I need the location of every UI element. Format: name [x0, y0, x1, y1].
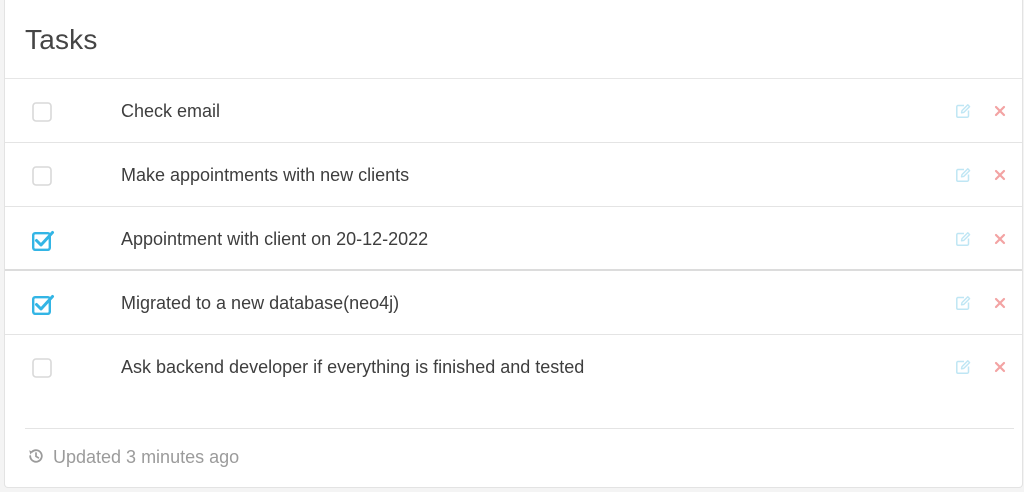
edit-icon[interactable] [955, 359, 971, 375]
task-label: Check email [121, 101, 221, 121]
edit-icon[interactable] [955, 295, 971, 311]
card-header: Tasks [5, 0, 1022, 79]
history-icon [27, 447, 45, 465]
edit-icon[interactable] [955, 231, 971, 247]
task-row: Make appointments with new clients [5, 143, 1022, 207]
edit-icon[interactable] [955, 167, 971, 183]
task-label: Ask backend developer if everything is f… [121, 357, 585, 377]
checkbox-unchecked-icon[interactable] [32, 102, 52, 122]
checkbox-checked-icon[interactable] [32, 230, 54, 252]
edit-icon[interactable] [955, 103, 971, 119]
task-row: Check email [5, 79, 1022, 143]
task-label: Appointment with client on 20-12-2022 [121, 229, 429, 249]
delete-icon[interactable] [993, 360, 1007, 374]
checkbox-unchecked-icon[interactable] [32, 358, 52, 378]
card-footer: Updated 3 minutes ago [25, 428, 1014, 485]
delete-icon[interactable] [993, 168, 1007, 182]
task-row: Ask backend developer if everything is f… [5, 335, 1022, 399]
card-title: Tasks [25, 24, 98, 55]
delete-icon[interactable] [993, 296, 1007, 310]
checkbox-checked-icon[interactable] [32, 294, 54, 316]
delete-icon[interactable] [993, 232, 1007, 246]
task-row: Migrated to a new database(neo4j) [5, 271, 1022, 335]
task-row: Appointment with client on 20-12-2022 [5, 207, 1022, 271]
task-list: Check email Make appointments with new c… [5, 79, 1022, 399]
checkbox-unchecked-icon[interactable] [32, 166, 52, 186]
task-label: Migrated to a new database(neo4j) [121, 293, 400, 313]
task-label: Make appointments with new clients [121, 165, 410, 185]
delete-icon[interactable] [993, 104, 1007, 118]
last-updated-text: Updated 3 minutes ago [53, 447, 240, 467]
tasks-card: Tasks Check email Make appointments with… [4, 0, 1023, 488]
